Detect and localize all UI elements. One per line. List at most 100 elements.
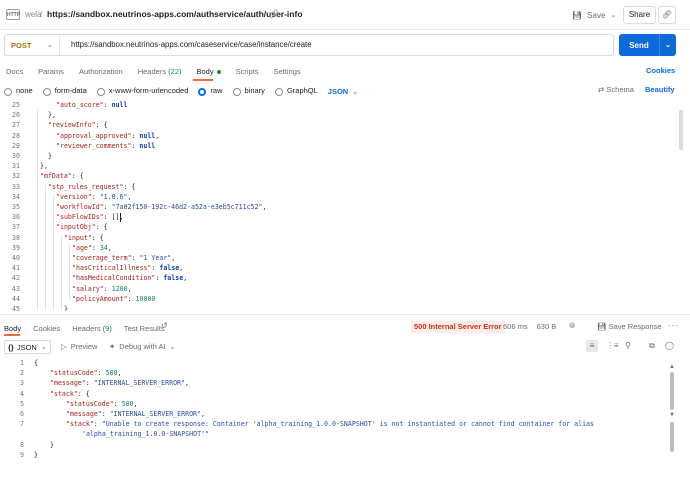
chevron-down-icon[interactable]: ⌄ [660, 41, 676, 49]
code-token: "INTERNAL_SERVER_ERROR" [93, 379, 185, 388]
body-mode-binary[interactable]: binary [232, 86, 265, 96]
code-token: , [183, 274, 188, 283]
response-tab-cookies[interactable]: Cookies [33, 324, 60, 333]
tab-params[interactable]: Params [38, 67, 64, 76]
scroll-up-icon[interactable]: ▲ [669, 364, 675, 370]
code-token: "reviewer_comments" [56, 141, 132, 150]
code-token: { [34, 359, 38, 367]
body-mode-none[interactable]: none [4, 86, 33, 96]
wrap-lines-icon[interactable]: ≡ [586, 340, 598, 352]
method-label: POST [11, 40, 32, 50]
response-scrollbar[interactable] [670, 372, 674, 410]
beautify-button[interactable]: Beautify [645, 85, 675, 94]
code-token: "reviewInfo" [48, 121, 96, 130]
code-token: "salary" [72, 284, 104, 293]
code-token: "hasMedicalCondition" [72, 274, 156, 283]
code-token: , [117, 369, 122, 378]
save-icon: 💾︎ [597, 322, 607, 331]
code-line: } [64, 304, 68, 311]
copy-icon[interactable]: ⧉ [649, 341, 655, 351]
status-badge[interactable]: 500 Internal Server Error [411, 321, 505, 333]
history-icon[interactable]: ↺ [161, 321, 168, 330]
tab-docs[interactable]: Docs [6, 67, 23, 76]
search-icon[interactable]: ⚲︎ [625, 341, 631, 350]
body-mode-raw[interactable]: raw [198, 86, 223, 96]
request-name[interactable]: https://sandbox.neutrinos-apps.com/auths… [47, 9, 303, 19]
chevron-down-icon[interactable]: ⌄ [610, 11, 616, 19]
response-tab-body[interactable]: Body [4, 324, 21, 333]
editor-scrollbar[interactable] [679, 110, 683, 150]
body-mode-x-www-form-urlencoded[interactable]: x-www-form-urlencoded [96, 86, 188, 96]
code-token: "approval_approved" [56, 131, 132, 140]
save-icon: 💾︎ [572, 10, 583, 20]
response-body-viewer[interactable]: 1 {2 "statusCode": 500, 3 "message": "INTERN… [0, 358, 686, 468]
tab-body[interactable]: Body [197, 67, 221, 76]
save-response-button[interactable]: 💾︎ Save Response [597, 322, 662, 331]
indent-guide [61, 235, 62, 310]
filter-icon[interactable]: ⋮≡ [606, 341, 619, 350]
breadcrumb-workspace[interactable]: wela [25, 10, 41, 19]
active-tab-indicator [193, 79, 213, 81]
link-icon[interactable]: 🔗︎ [268, 9, 279, 20]
code-token: "version" [56, 192, 92, 201]
cookies-link[interactable]: Cookies [646, 66, 675, 75]
radio-icon [96, 87, 105, 96]
globe-icon[interactable]: 🌐︎ [569, 321, 575, 331]
line-number: 37 [12, 223, 20, 232]
scroll-down-icon[interactable]: ▼ [669, 412, 675, 418]
body-mode-label: raw [210, 86, 223, 96]
response-tab-label: Test Results [123, 323, 165, 333]
code-token: "coverage_term" [72, 254, 132, 262]
play-icon: ▷ [61, 342, 67, 351]
response-tab-count: (9) [100, 323, 112, 333]
response-size[interactable]: 630 B [537, 322, 557, 331]
tab-scripts[interactable]: Scripts [236, 67, 259, 76]
code-token: "subFlowIDs" [56, 213, 104, 222]
more-options-icon[interactable]: ··· [668, 321, 679, 330]
tab-label: Body [196, 66, 214, 76]
line-number: 32 [12, 172, 20, 181]
clear-icon[interactable]: ◯ [665, 341, 674, 350]
schema-button[interactable]: ⇄ Schema [598, 85, 634, 94]
code-token: "statusCode" [66, 399, 114, 408]
preview-button[interactable]: ▷ Preview [61, 342, 97, 351]
code-token: : [127, 294, 136, 303]
code-token: }, [48, 111, 56, 120]
response-divider[interactable] [0, 314, 690, 315]
copy-link-icon[interactable]: 🔗︎ [658, 6, 676, 24]
response-tab-headers[interactable]: Headers (9) [72, 324, 112, 333]
save-button[interactable]: 💾︎ Save ⌄ [568, 6, 620, 24]
body-mode-GraphQL[interactable]: GraphQL [274, 86, 318, 96]
code-token: 1200 [111, 284, 128, 293]
response-format-select[interactable]: {} JSON ⌄ [4, 340, 51, 354]
response-tab-test-results[interactable]: Test Results [124, 324, 165, 333]
method-select[interactable]: POST ⌄ [5, 35, 60, 55]
response-time[interactable]: 606 ms [503, 322, 528, 331]
code-token: null [139, 131, 156, 140]
indent-guide [37, 110, 38, 310]
request-body-editor[interactable]: 25 "auto_score": null 26}, 27 "reviewInfo": … [0, 100, 686, 311]
code-line: "stack": "Unable to create response: Con… [66, 419, 594, 429]
tab-label: Params [38, 66, 64, 76]
code-line: 'alpha_training_1.0.0-SNAPSHOT'" [82, 429, 209, 439]
response-tab-label: Body [4, 323, 22, 333]
send-button[interactable]: Send ⌄ [619, 34, 676, 56]
tab-authorization[interactable]: Authorization [79, 67, 123, 76]
share-button[interactable]: Share [623, 6, 656, 24]
code-token: "stack" [50, 389, 78, 398]
code-token: , [262, 203, 267, 211]
response-tab-label: Cookies [33, 323, 61, 333]
body-mode-form-data[interactable]: form-data [42, 86, 87, 96]
response-scrollbar-lower[interactable] [670, 422, 674, 452]
tab-label: Headers [137, 66, 167, 76]
tab-settings[interactable]: Settings [274, 67, 301, 76]
preview-label: Preview [70, 342, 98, 351]
line-number: 39 [12, 243, 20, 252]
url-input[interactable]: https://sandbox.neutrinos-apps.com/cases… [71, 40, 312, 49]
code-token: "1.0.6" [99, 192, 128, 201]
code-token: : { [123, 182, 136, 191]
tab-headers[interactable]: Headers (22) [138, 67, 182, 76]
debug-with-ai-button[interactable]: ✦ Debug with AI ⌄ [109, 342, 175, 351]
chevron-down-icon: ⌄ [47, 42, 53, 49]
body-language-select[interactable]: JSON ⌄ [328, 87, 358, 96]
